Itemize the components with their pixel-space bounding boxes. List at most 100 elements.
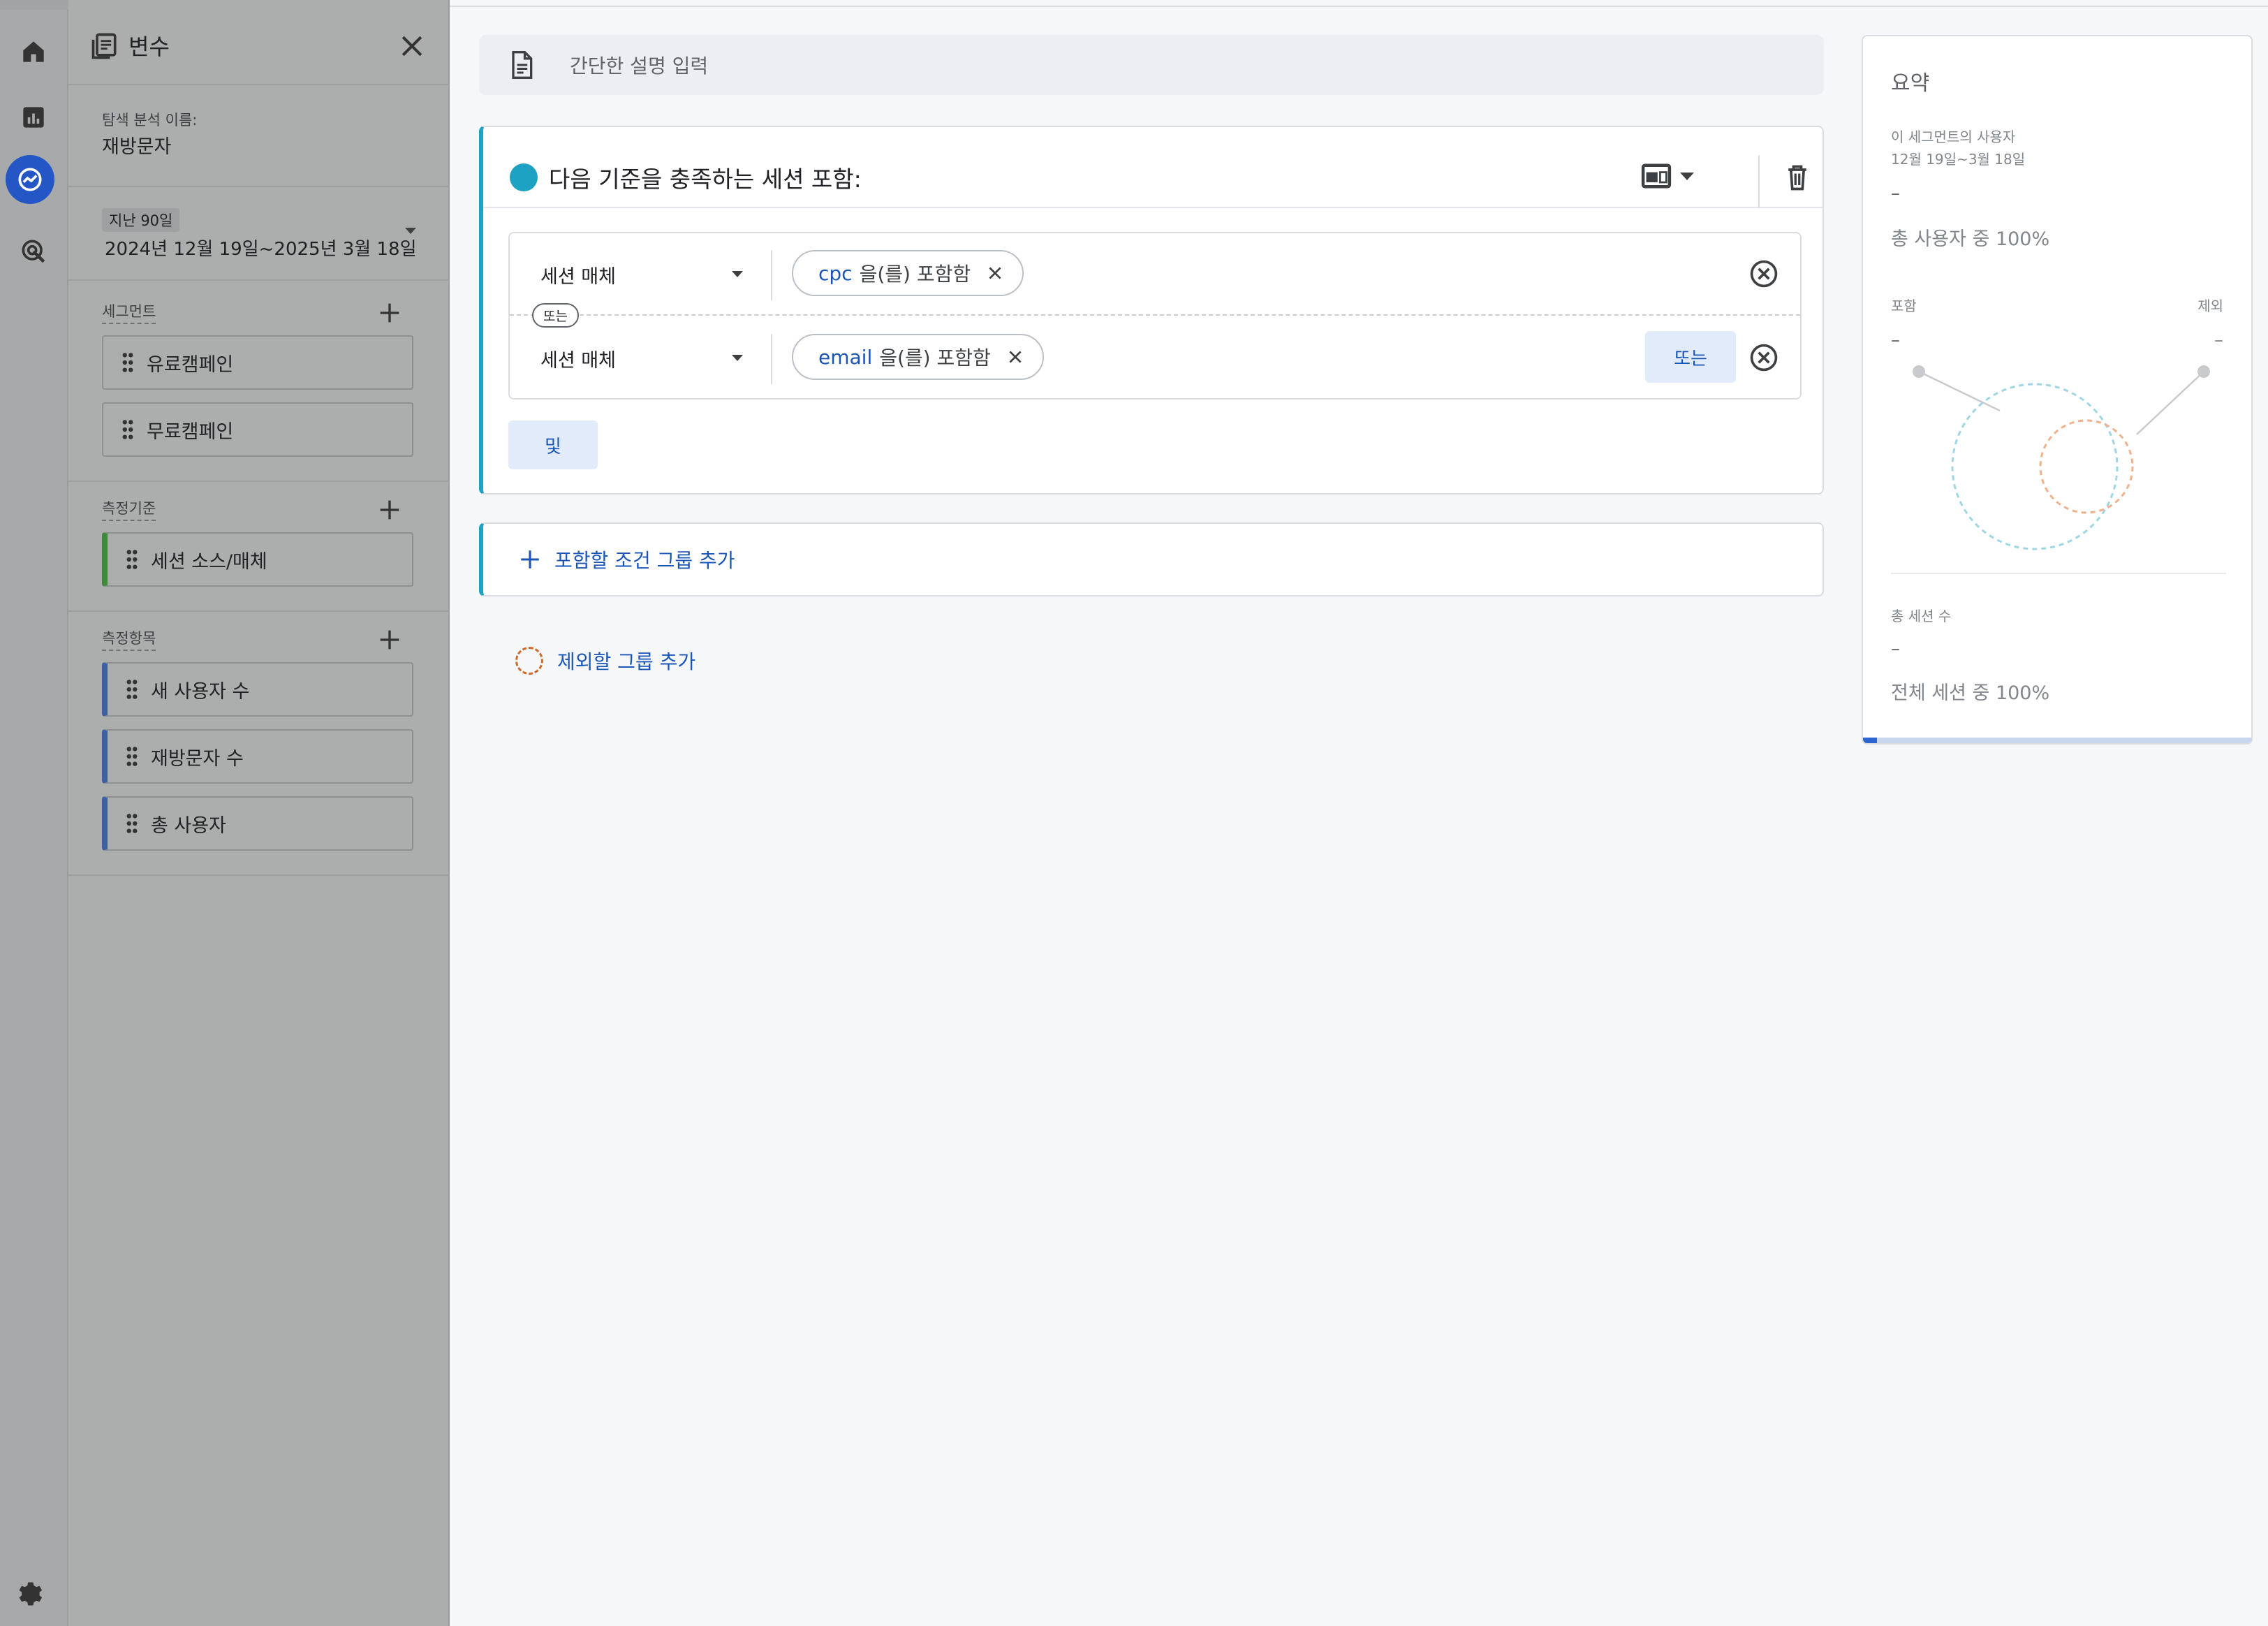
divider [771, 250, 772, 300]
description-field[interactable]: 간단한 설명 입력 [479, 35, 1824, 95]
drag-handle-icon[interactable] [123, 678, 141, 701]
include-label: 포함 [1891, 298, 1917, 314]
dimension-select[interactable]: 세션 매체 [540, 345, 616, 372]
divider [68, 874, 450, 876]
scope-dropdown[interactable] [1641, 159, 1704, 193]
layout-icon [1641, 163, 1672, 189]
drag-handle-icon[interactable] [123, 812, 141, 835]
group-header: 다음 기준을 충족하는 세션 포함: [483, 127, 1822, 208]
condition-row: 세션 매체 email 을(를) 포함함 또는 [510, 317, 1800, 398]
dimension-chip[interactable]: 세션 소스/매체 [102, 532, 413, 587]
settings-icon[interactable] [14, 1579, 45, 1609]
condition-filter-chip[interactable]: email 을(를) 포함함 [792, 334, 1044, 380]
add-exclude-group-button[interactable]: 제외할 그룹 추가 [515, 647, 695, 675]
metric-chip[interactable]: 재방문자 수 [102, 729, 413, 784]
close-icon[interactable] [1006, 348, 1024, 366]
plus-icon [521, 550, 539, 569]
exclude-circle-icon [515, 647, 543, 675]
group-color-dot [510, 163, 538, 191]
users-pct: 총 사용자 중 100% [1891, 228, 2050, 250]
exclude-label: 제외 [2197, 298, 2223, 314]
add-include-group-button[interactable]: 포함할 조건 그룹 추가 [479, 522, 1824, 596]
metric-label: 재방문자 수 [151, 747, 244, 770]
metric-chip[interactable]: 총 사용자 [102, 796, 413, 851]
exploration-name-label: 탐색 분석 이름: [102, 112, 198, 129]
document-icon [512, 51, 533, 79]
remove-condition-icon[interactable] [1748, 342, 1779, 373]
summary-title: 요약 [1891, 71, 1930, 96]
include-condition-group: 다음 기준을 충족하는 세션 포함: 세션 매체 cpc 을(를) 포함함 또는… [479, 126, 1824, 495]
reports-icon[interactable] [13, 96, 54, 138]
close-icon[interactable] [397, 31, 427, 61]
sessions-value: – [1891, 638, 1900, 659]
divider [1758, 155, 1760, 208]
exploration-name[interactable]: 재방문자 [102, 131, 171, 159]
delete-icon[interactable] [1782, 161, 1813, 194]
drag-handle-icon[interactable] [119, 418, 137, 441]
close-icon[interactable] [986, 264, 1004, 282]
divider [771, 334, 772, 384]
segment-chip[interactable]: 유료캠페인 [102, 335, 413, 390]
dimension-label: 세션 소스/매체 [151, 550, 267, 573]
segment-builder: 간단한 설명 입력 다음 기준을 충족하는 세션 포함: 세션 매체 cpc 을… [450, 0, 2268, 1626]
condition-box: 세션 매체 cpc 을(를) 포함함 또는 세션 매체 email 을(를) 포 [508, 232, 1802, 400]
divider [68, 279, 450, 281]
chevron-down-icon[interactable] [732, 355, 743, 361]
sessions-pct: 전체 세션 중 100% [1891, 682, 2050, 704]
venn-diagram [1913, 365, 2210, 550]
drag-handle-icon[interactable] [123, 548, 141, 571]
description-placeholder: 간단한 설명 입력 [570, 54, 709, 78]
nav-rail [0, 0, 68, 1626]
metric-label: 총 사용자 [151, 814, 226, 837]
filter-operator: 을(를) 포함함 [879, 346, 991, 369]
group-title: 다음 기준을 충족하는 세션 포함: [549, 166, 862, 193]
dimensions-label: 측정기준 [102, 497, 156, 521]
add-include-group-label: 포함할 조건 그룹 추가 [554, 549, 735, 572]
variables-title: 변수 [128, 34, 170, 60]
or-divider [510, 314, 1800, 316]
variables-header: 변수 [68, 10, 450, 85]
condition-row: 세션 매체 cpc 을(를) 포함함 [510, 233, 1800, 314]
metric-chip[interactable]: 새 사용자 수 [102, 662, 413, 717]
chevron-down-icon [1680, 172, 1694, 180]
and-button[interactable]: 및 [508, 420, 598, 469]
metric-label: 새 사용자 수 [151, 680, 250, 703]
dimension-select[interactable]: 세션 매체 [540, 261, 616, 288]
add-segment-icon[interactable] [376, 299, 404, 327]
summary-progress [1863, 738, 2251, 743]
users-label: 이 세그먼트의 사용자 [1891, 129, 2016, 145]
chevron-down-icon[interactable] [732, 271, 743, 277]
drag-handle-icon[interactable] [123, 745, 141, 768]
divider [68, 610, 450, 612]
date-range[interactable]: 2024년 12월 19일~2025년 3월 18일 [105, 235, 417, 261]
segments-label: 세그먼트 [102, 300, 156, 324]
segment-label: 무료캠페인 [147, 420, 234, 443]
filter-value: cpc [818, 261, 853, 285]
add-dimension-icon[interactable] [376, 496, 404, 524]
or-button[interactable]: 또는 [1645, 331, 1736, 383]
divider [1891, 573, 2226, 574]
add-metric-icon[interactable] [376, 626, 404, 654]
metrics-label: 측정항목 [102, 627, 156, 651]
drag-handle-icon[interactable] [119, 351, 137, 374]
condition-filter-chip[interactable]: cpc 을(를) 포함함 [792, 250, 1024, 296]
segment-label: 유료캠페인 [147, 353, 234, 376]
filter-operator: 을(를) 포함함 [859, 263, 971, 286]
divider [68, 481, 450, 482]
variables-panel: 변수 탐색 분석 이름: 재방문자 지난 90일 2024년 12월 19일~2… [68, 0, 450, 1626]
chevron-down-icon[interactable] [405, 228, 416, 234]
explore-icon[interactable] [6, 155, 54, 204]
home-icon[interactable] [13, 31, 54, 73]
divider [450, 6, 2268, 7]
users-range: 12월 19일~3월 18일 [1891, 151, 2026, 168]
summary-card: 요약 이 세그먼트의 사용자 12월 19일~3월 18일 – 총 사용자 중 … [1862, 35, 2253, 745]
remove-condition-icon[interactable] [1748, 258, 1779, 289]
variables-icon [91, 33, 117, 59]
filter-value: email [818, 345, 873, 369]
users-value: – [1891, 183, 1900, 204]
advertising-icon[interactable] [13, 230, 54, 272]
divider [68, 186, 450, 187]
segment-chip[interactable]: 무료캠페인 [102, 402, 413, 457]
sessions-label: 총 세션 수 [1891, 608, 1952, 624]
add-exclude-group-label: 제외할 그룹 추가 [557, 650, 696, 673]
